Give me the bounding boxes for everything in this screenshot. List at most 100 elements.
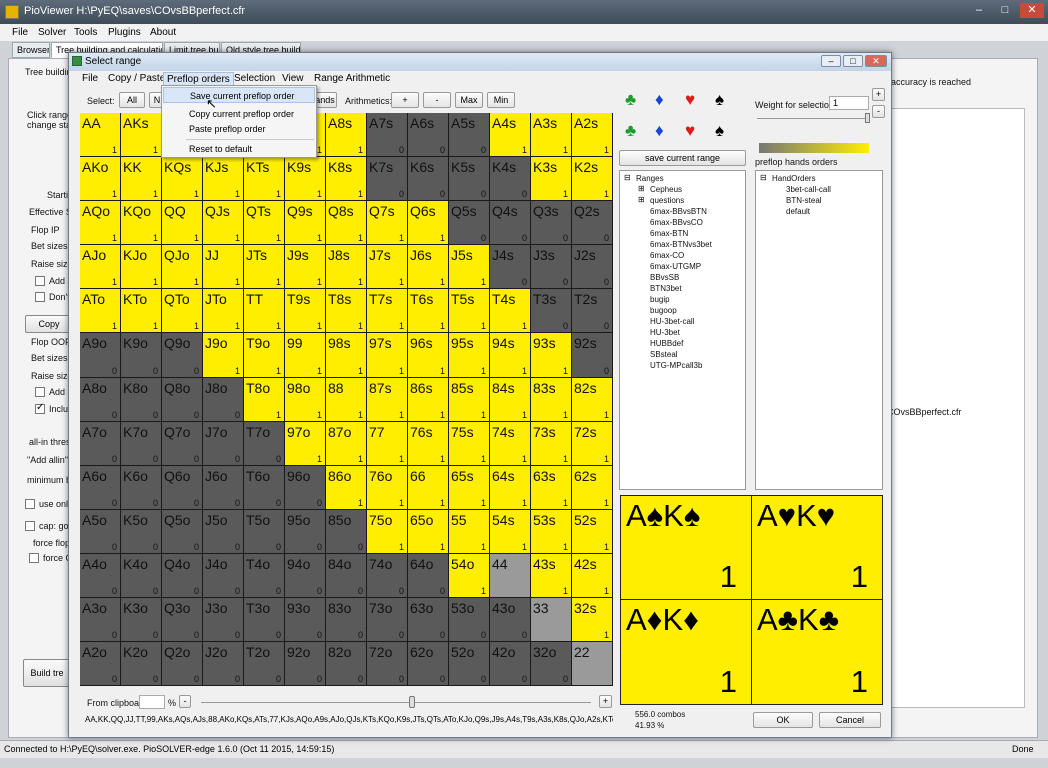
combo-card[interactable]: A♣K♣ 1 — [751, 599, 883, 705]
hand-cell[interactable]: 62s 1 — [572, 465, 613, 510]
range-item[interactable]: Cepheus — [650, 185, 682, 194]
hand-cell[interactable]: 92s 0 — [572, 333, 613, 378]
range-item[interactable]: bugoop — [650, 306, 677, 315]
range-item[interactable]: 6max-BTNvs3bet — [650, 240, 712, 249]
dialog-menu-copy-paste[interactable]: Copy / Paste — [105, 73, 168, 87]
oop-add-allin-checkbox[interactable] — [35, 387, 45, 397]
hand-cell[interactable]: Q2o 0 — [162, 642, 203, 687]
hand-cell[interactable]: J9s 1 — [285, 245, 326, 290]
hand-cell[interactable]: 93o 0 — [285, 598, 326, 643]
combo-card[interactable]: A♥K♥ 1 — [751, 495, 883, 600]
hand-cell[interactable]: K3o 0 — [121, 598, 162, 643]
weight-input[interactable]: 1 — [829, 96, 869, 110]
hand-cell[interactable]: 73o 0 — [367, 598, 408, 643]
hand-cell[interactable]: 64s 1 — [490, 465, 531, 510]
hand-cell[interactable]: ATo 1 — [80, 289, 121, 334]
hand-cell[interactable]: 66 1 — [408, 465, 449, 510]
hand-cell[interactable]: K2s 1 — [572, 157, 613, 202]
dialog-menu-preflop-orders[interactable]: Preflop orders — [163, 72, 234, 86]
hand-cell[interactable]: J2o 0 — [203, 642, 244, 687]
hand-cell[interactable]: A2s 1 — [572, 113, 613, 158]
hand-cell[interactable]: A7o 0 — [80, 421, 121, 466]
hand-cell[interactable]: 87o 1 — [326, 421, 367, 466]
weight-slider-track[interactable] — [757, 118, 869, 119]
ranges-tree[interactable]: ⊟ Ranges ⊞ Cepheus ⊞ questions 6max-BBvs… — [619, 170, 746, 490]
hand-cell[interactable]: Q4s 0 — [490, 201, 531, 246]
hand-cell[interactable]: 95s 1 — [449, 333, 490, 378]
hand-cell[interactable]: Q8o 0 — [162, 377, 203, 422]
diamonds-filter-2-icon[interactable]: ♦ — [655, 122, 664, 140]
hand-cell[interactable]: A4o 0 — [80, 553, 121, 599]
range-item[interactable]: 6max-CO — [650, 251, 684, 260]
hand-cell[interactable]: 22 — [572, 642, 613, 687]
spades-filter-2-icon[interactable]: ♠ — [715, 122, 724, 140]
tree-expander-icon[interactable]: ⊟ — [760, 173, 767, 182]
hand-cell[interactable]: 83s 1 — [531, 377, 572, 422]
hand-cell[interactable]: J8s 1 — [326, 245, 367, 290]
menu-file[interactable]: File — [12, 27, 28, 38]
minimize-window-icon[interactable]: – — [968, 4, 990, 18]
hand-cell[interactable]: 88 1 — [326, 377, 367, 422]
arith-minus-button[interactable]: - — [423, 92, 451, 108]
copy-preflop-order-item[interactable]: Copy current preflop order — [163, 106, 315, 122]
ok-button[interactable]: OK — [753, 712, 813, 728]
hand-cell[interactable]: TT 1 — [244, 289, 285, 334]
hand-cell[interactable]: 42o 0 — [490, 642, 531, 687]
weight-slider-thumb[interactable] — [865, 113, 870, 123]
hand-cell[interactable]: A2o 0 — [80, 642, 121, 687]
hand-cell[interactable]: Q8s 1 — [326, 201, 367, 246]
hand-cell[interactable]: T6o 0 — [244, 465, 285, 510]
tree-expander-icon[interactable]: ⊟ — [624, 173, 631, 182]
copy-button[interactable]: Copy — [25, 315, 73, 333]
hand-cell[interactable]: KQs 1 — [162, 157, 203, 202]
hand-order-item[interactable]: BTN-steal — [786, 196, 822, 205]
hand-cell[interactable]: 54o 1 — [449, 553, 490, 599]
hand-cell[interactable]: A6o 0 — [80, 465, 121, 510]
menu-about[interactable]: About — [150, 27, 176, 38]
clubs-filter-2-icon[interactable]: ♣ — [625, 122, 636, 140]
hand-cell[interactable]: 95o 0 — [285, 509, 326, 554]
range-item[interactable]: 6max-UTGMP — [650, 262, 701, 271]
hand-cell[interactable]: Q5s 0 — [449, 201, 490, 246]
hand-order-item[interactable]: 3bet-call-call — [786, 185, 831, 194]
hand-cell[interactable]: 99 1 — [285, 333, 326, 378]
range-item[interactable]: HU-3bet — [650, 328, 680, 337]
hand-cell[interactable]: T2s 0 — [572, 289, 613, 334]
hand-cell[interactable]: 75o 1 — [367, 509, 408, 554]
hand-cell[interactable]: Q6s 1 — [408, 201, 449, 246]
range-item[interactable]: HU-3bet-call — [650, 317, 694, 326]
hand-cell[interactable]: JTo 1 — [203, 289, 244, 334]
hand-cell[interactable]: J7s 1 — [367, 245, 408, 290]
hand-cell[interactable]: 52s 1 — [572, 509, 613, 554]
range-item[interactable]: BTN3bet — [650, 284, 682, 293]
range-item[interactable]: HUBBdef — [650, 339, 683, 348]
hand-cell[interactable]: 73s 1 — [531, 421, 572, 466]
hand-cell[interactable]: J5s 1 — [449, 245, 490, 290]
maximize-window-icon[interactable]: □ — [994, 4, 1016, 18]
hand-cell[interactable]: KJo 1 — [121, 245, 162, 290]
arith-plus-button[interactable]: + — [391, 92, 419, 108]
menu-tools[interactable]: Tools — [74, 27, 97, 38]
hand-cell[interactable]: T3o 0 — [244, 598, 285, 643]
range-item[interactable]: bugip — [650, 295, 670, 304]
hand-cell[interactable]: 84o 0 — [326, 553, 367, 599]
build-tree-button[interactable]: Build tre — [23, 659, 71, 687]
hand-cell[interactable]: A7s 0 — [367, 113, 408, 158]
hand-cell[interactable]: K9o 0 — [121, 333, 162, 378]
hand-cell[interactable]: 96o 0 — [285, 465, 326, 510]
hand-cell[interactable]: AKo 1 — [80, 157, 121, 202]
hand-cell[interactable]: J9o 1 — [203, 333, 244, 378]
arith-min-button[interactable]: Min — [487, 92, 515, 108]
range-slider-track[interactable] — [201, 702, 591, 703]
clubs-filter-icon[interactable]: ♣ — [625, 91, 636, 109]
hand-cell[interactable]: 63o 0 — [408, 598, 449, 643]
percent-minus-button[interactable]: - — [179, 695, 191, 708]
hand-cell[interactable]: 75s 1 — [449, 421, 490, 466]
hand-cell[interactable]: 32o 0 — [531, 642, 572, 687]
hand-cell[interactable]: QTo 1 — [162, 289, 203, 334]
hand-cell[interactable]: 76s 1 — [408, 421, 449, 466]
hand-cell[interactable]: K7s 0 — [367, 157, 408, 202]
hand-cell[interactable]: 33 — [531, 598, 572, 643]
menu-plugins[interactable]: Plugins — [108, 27, 141, 38]
hand-cell[interactable]: K6o 0 — [121, 465, 162, 510]
